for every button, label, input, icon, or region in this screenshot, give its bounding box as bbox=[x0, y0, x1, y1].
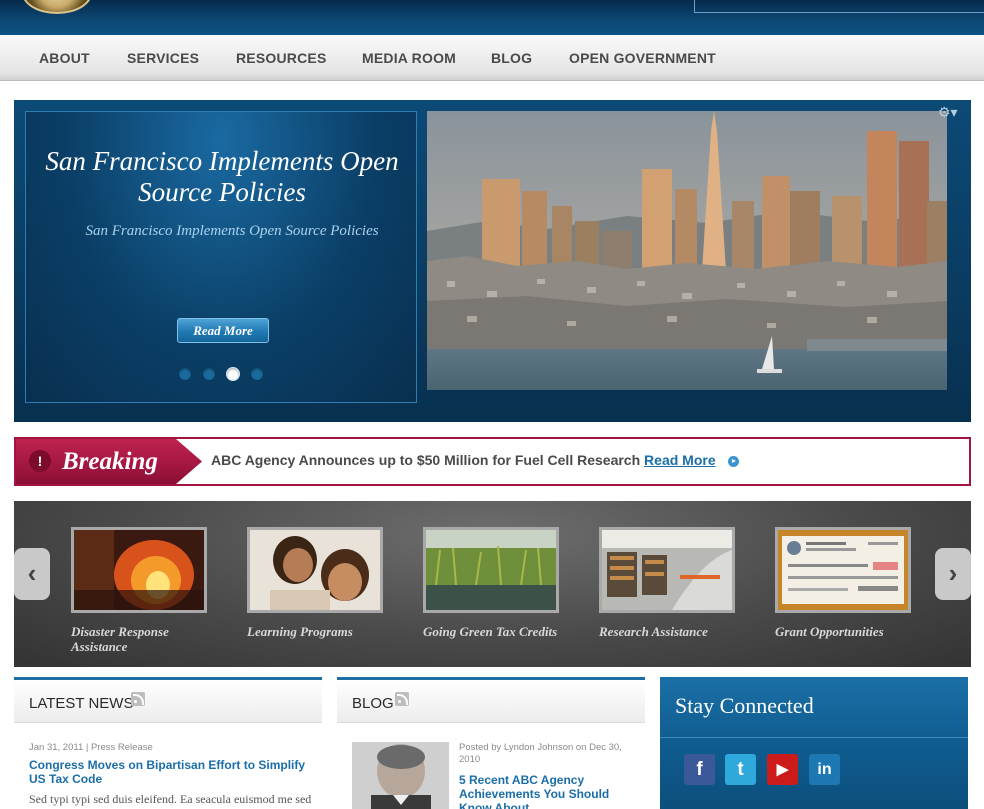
carousel-item-label: Disaster Response Assistance bbox=[71, 624, 169, 654]
rss-feed-icon[interactable] bbox=[131, 692, 145, 706]
blog-post: Posted by Lyndon Johnson on Dec 30, 2010… bbox=[459, 742, 635, 809]
slider-dot-4[interactable] bbox=[250, 367, 264, 381]
latest-news-header: LATEST NEWS bbox=[14, 677, 322, 723]
hero-image-san-francisco-skyline bbox=[427, 111, 947, 390]
hero-slider: San Francisco Implements Open Source Pol… bbox=[14, 100, 971, 422]
hero-caption-panel: San Francisco Implements Open Source Pol… bbox=[25, 111, 417, 403]
search-input[interactable] bbox=[694, 0, 984, 13]
site-header bbox=[0, 0, 984, 35]
nav-item-open-government[interactable]: OPEN GOVERNMENT bbox=[569, 50, 716, 66]
carousel-item-research-assistance[interactable]: Research Assistance bbox=[599, 527, 735, 639]
nav-item-services[interactable]: SERVICES bbox=[127, 50, 199, 66]
research-assistance-thumbnail bbox=[599, 527, 735, 613]
nav-item-media-room[interactable]: MEDIA ROOM bbox=[362, 50, 456, 66]
carousel-item-label: Grant Opportunities bbox=[775, 624, 884, 639]
blog-header: BLOG bbox=[337, 677, 645, 723]
learning-programs-thumbnail bbox=[247, 527, 383, 613]
youtube-icon[interactable]: ▶ bbox=[767, 754, 798, 785]
linkedin-icon[interactable]: in bbox=[809, 754, 840, 785]
nav-item-blog[interactable]: BLOG bbox=[491, 50, 532, 66]
slider-settings-gear-icon[interactable]: ⚙▾ bbox=[938, 104, 964, 120]
breaking-headline: ABC Agency Announces up to $50 Million f… bbox=[211, 452, 641, 468]
blog-headline-link[interactable]: 5 Recent ABC Agency Achievements You Sho… bbox=[459, 773, 635, 809]
hero-read-more-button[interactable]: Read More bbox=[177, 318, 269, 343]
services-carousel: ‹ › Disaster Response Assistance Learnin… bbox=[14, 501, 971, 667]
news-meta: Jan 31, 2011 | Press Release bbox=[29, 742, 153, 753]
breaking-news-bar: ! Breaking ABC Agency Announces up to $5… bbox=[14, 437, 971, 486]
facebook-icon[interactable]: f bbox=[684, 754, 715, 785]
carousel-item-going-green[interactable]: Going Green Tax Credits bbox=[423, 527, 559, 639]
alert-exclamation-icon: ! bbox=[38, 453, 43, 469]
carousel-item-label: Research Assistance bbox=[599, 624, 708, 639]
carousel-item-learning-programs[interactable]: Learning Programs bbox=[247, 527, 383, 639]
stay-connected-panel: Stay Connected f t ▶ in bbox=[660, 677, 968, 809]
news-headline-link[interactable]: Congress Moves on Bipartisan Effort to S… bbox=[29, 758, 319, 786]
slider-dot-2[interactable] bbox=[202, 367, 216, 381]
divider bbox=[660, 737, 968, 738]
disaster-response-thumbnail bbox=[71, 527, 207, 613]
twitter-icon[interactable]: t bbox=[725, 754, 756, 785]
rss-feed-icon[interactable] bbox=[395, 692, 409, 706]
carousel-item-disaster-response[interactable]: Disaster Response Assistance bbox=[71, 527, 207, 654]
latest-news-title[interactable]: LATEST NEWS bbox=[29, 695, 133, 712]
blog-author-photo[interactable] bbox=[352, 742, 449, 809]
slider-dot-3[interactable] bbox=[226, 367, 240, 381]
stay-connected-title: Stay Connected bbox=[675, 693, 814, 718]
latest-news-section: LATEST NEWS Jan 31, 2011 | Press Release… bbox=[14, 677, 322, 809]
carousel-item-grant-opportunities[interactable]: Grant Opportunities bbox=[775, 527, 911, 639]
grant-opportunities-thumbnail bbox=[775, 527, 911, 613]
nav-item-resources[interactable]: RESOURCES bbox=[236, 50, 326, 66]
carousel-next-arrow-icon[interactable]: › bbox=[935, 548, 971, 600]
breaking-label: Breaking bbox=[61, 448, 158, 475]
going-green-thumbnail bbox=[423, 527, 559, 613]
hero-subtitle: San Francisco Implements Open Source Pol… bbox=[85, 223, 379, 239]
blog-title[interactable]: BLOG bbox=[352, 695, 394, 712]
main-navigation: ABOUT SERVICES RESOURCES MEDIA ROOM BLOG… bbox=[0, 35, 984, 81]
carousel-item-label: Learning Programs bbox=[247, 624, 353, 639]
blog-meta: Posted by Lyndon Johnson on Dec 30, 2010 bbox=[459, 742, 622, 765]
news-item: Jan 31, 2011 | Press Release Congress Mo… bbox=[29, 742, 319, 807]
agency-seal-logo[interactable] bbox=[22, 0, 92, 14]
nav-item-about[interactable]: ABOUT bbox=[39, 50, 90, 66]
breaking-read-more-link[interactable]: Read More bbox=[644, 452, 716, 468]
carousel-item-label: Going Green Tax Credits bbox=[423, 624, 558, 639]
hero-title: San Francisco Implements Open Source Pol… bbox=[45, 146, 399, 207]
arrow-circle-icon[interactable] bbox=[727, 456, 739, 467]
blog-section: BLOG Posted by Lyndon Johnson on Dec 30,… bbox=[337, 677, 645, 809]
slider-dot-1[interactable] bbox=[178, 367, 192, 381]
carousel-prev-arrow-icon[interactable]: ‹ bbox=[14, 548, 50, 600]
breaking-headline-row: ABC Agency Announces up to $50 Million f… bbox=[211, 452, 739, 468]
news-excerpt: Sed typi typi sed duis eleifend. Ea seac… bbox=[29, 792, 312, 806]
breaking-label-tab: ! Breaking bbox=[16, 439, 202, 484]
